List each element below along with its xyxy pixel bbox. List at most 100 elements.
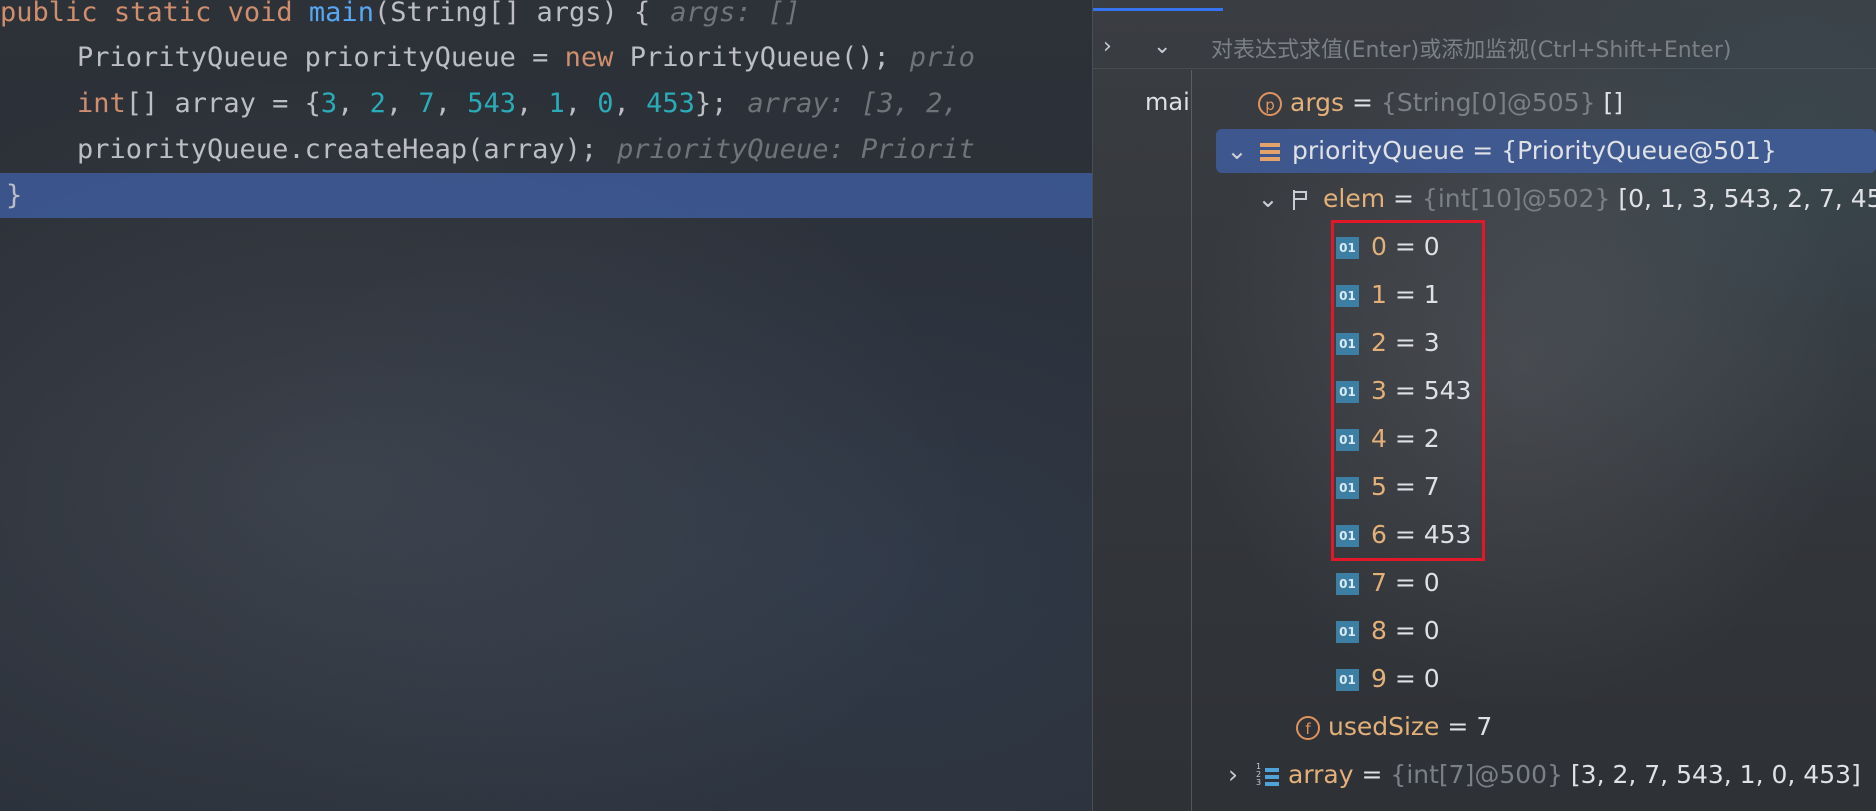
variable-value: [0, 1, 3, 543, 2, 7, 453, (1618, 184, 1876, 213)
flag-icon (1291, 189, 1311, 211)
variable-value: {PriorityQueue@501} (1501, 136, 1777, 165)
chevron-right-icon[interactable]: › (1103, 34, 1112, 59)
inlay-hint: prio (909, 42, 975, 73)
code-text: PriorityQueue priorityQueue = (77, 42, 565, 73)
array-element-9[interactable]: 01 9 = 0 (1336, 657, 1440, 701)
inlay-hint: array: [3, 2, (747, 88, 959, 119)
variable-array[interactable]: › 1 2 3 array = {int[7]@500} [3, 2, 7, 543, … (1222, 753, 1861, 797)
variable-priorityQueue[interactable]: ⌄ priorityQueue = {PriorityQueue@501} (1216, 129, 1876, 173)
number-literal: 453 (646, 88, 695, 119)
variable-value: 7 (1476, 712, 1493, 741)
element-index: 8 (1371, 616, 1387, 645)
code-text: }; (694, 88, 728, 119)
int-icon: 01 (1336, 381, 1359, 403)
chevron-down-icon[interactable]: ⌄ (1257, 177, 1279, 221)
array-element-4[interactable]: 01 4 = 2 (1336, 417, 1440, 461)
code-text: [] array = { (125, 88, 321, 119)
int-icon: 01 (1336, 333, 1359, 355)
int-icon: 01 (1336, 621, 1359, 643)
frames-divider (1191, 70, 1192, 811)
code-line-3[interactable]: int[] array = {3, 2, 7, 543, 1, 0, 453};… (0, 81, 1092, 127)
element-value: 2 (1423, 424, 1440, 453)
number-literal: 2 (369, 88, 386, 119)
array-element-5[interactable]: 01 5 = 7 (1336, 465, 1440, 509)
code-line-2[interactable]: PriorityQueue priorityQueue = new Priori… (0, 35, 1092, 81)
keyword-static: static (113, 0, 212, 28)
array-icon-digits: 123 (1256, 762, 1262, 787)
number-literal: 543 (467, 88, 516, 119)
array-element-7[interactable]: 01 7 = 0 (1336, 561, 1440, 605)
chevron-down-icon[interactable]: ⌄ (1226, 129, 1248, 173)
variable-args[interactable]: p args = {String[0]@505} [] (1258, 81, 1623, 125)
element-index: 2 (1371, 328, 1387, 357)
evaluate-expression-input[interactable]: 对表达式求值(Enter)或添加监视(Ctrl+Shift+Enter) (1211, 34, 1861, 68)
field-icon: f (1296, 716, 1320, 740)
element-index: 1 (1371, 280, 1387, 309)
code-text: (String[] args) { (373, 0, 651, 28)
debugger-toolbar: › ⌄ 对表达式求值(Enter)或添加监视(Ctrl+Shift+Enter) (1093, 12, 1876, 69)
keyword-new: new (564, 42, 614, 73)
element-index: 3 (1371, 376, 1387, 405)
array-element-1[interactable]: 01 1 = 1 (1336, 273, 1440, 317)
equals-sign: = (1447, 712, 1469, 741)
array-icon: 123 (1256, 762, 1280, 788)
equals-sign: = (1361, 760, 1383, 789)
variable-type: {int[7]@500} (1390, 760, 1563, 789)
variable-type: {int[10]@502} (1421, 184, 1611, 213)
variable-name: array (1288, 760, 1354, 789)
int-icon: 01 (1336, 285, 1359, 307)
array-element-8[interactable]: 01 8 = 0 (1336, 609, 1440, 653)
variable-name: usedSize (1328, 712, 1440, 741)
frame-item-main[interactable]: mai (1145, 88, 1190, 116)
chevron-right-icon[interactable]: › (1222, 753, 1244, 797)
code-text: PriorityQueue(); (613, 42, 890, 73)
equals-sign: = (1352, 88, 1373, 117)
element-value: 7 (1423, 472, 1440, 501)
variable-type: {String[0]@505} (1380, 88, 1596, 117)
array-element-0[interactable]: 01 0 = 0 (1336, 225, 1440, 269)
number-literal: 1 (548, 88, 565, 119)
equals-sign: = (1472, 136, 1494, 165)
keyword-int: int (77, 88, 126, 119)
method-name: main (308, 0, 374, 28)
element-value: 0 (1423, 616, 1440, 645)
inlay-hint: args: [] (670, 0, 801, 28)
equals-sign: = (1393, 184, 1414, 213)
code-text: } (6, 180, 23, 211)
element-value: 1 (1423, 280, 1440, 309)
element-index: 5 (1371, 472, 1387, 501)
parameter-icon: p (1258, 92, 1282, 116)
element-index: 6 (1371, 520, 1387, 549)
element-value: 0 (1423, 568, 1440, 597)
object-icon (1260, 141, 1280, 163)
element-value: 0 (1423, 664, 1440, 693)
array-element-6[interactable]: 01 6 = 453 (1336, 513, 1471, 557)
element-value: 3 (1423, 328, 1440, 357)
int-icon: 01 (1336, 525, 1359, 547)
number-literal: 7 (418, 88, 435, 119)
active-tab-indicator (1093, 8, 1223, 11)
element-value: 0 (1423, 232, 1440, 261)
element-value: 453 (1423, 520, 1472, 549)
variable-name: args (1290, 88, 1345, 117)
array-element-2[interactable]: 01 2 = 3 (1336, 321, 1440, 365)
variable-value: [3, 2, 7, 543, 1, 0, 453] (1570, 760, 1861, 789)
code-line-1[interactable]: public static void main(String[] args) {… (0, 0, 1092, 36)
element-index: 7 (1371, 568, 1387, 597)
variable-usedSize[interactable]: f usedSize = 7 (1296, 705, 1492, 749)
keyword-public: public (0, 0, 98, 28)
code-text: priorityQueue.createHeap(array); (77, 134, 598, 165)
variable-name: priorityQueue (1292, 136, 1465, 165)
code-editor[interactable]: public static void main(String[] args) {… (0, 0, 1092, 811)
variable-elem[interactable]: ⌄ elem = {int[10]@502} [0, 1, 3, 543, 2, … (1257, 177, 1876, 221)
array-element-3[interactable]: 01 3 = 543 (1336, 369, 1471, 413)
int-icon: 01 (1336, 477, 1359, 499)
code-line-4[interactable]: priorityQueue.createHeap(array); priority… (0, 127, 1092, 173)
number-literal: 3 (320, 88, 338, 119)
int-icon: 01 (1336, 237, 1359, 259)
element-index: 9 (1371, 664, 1387, 693)
element-index: 0 (1371, 232, 1387, 261)
int-icon: 01 (1336, 573, 1359, 595)
code-line-5-current[interactable]: } (0, 173, 1092, 218)
chevron-down-icon[interactable]: ⌄ (1153, 34, 1171, 59)
